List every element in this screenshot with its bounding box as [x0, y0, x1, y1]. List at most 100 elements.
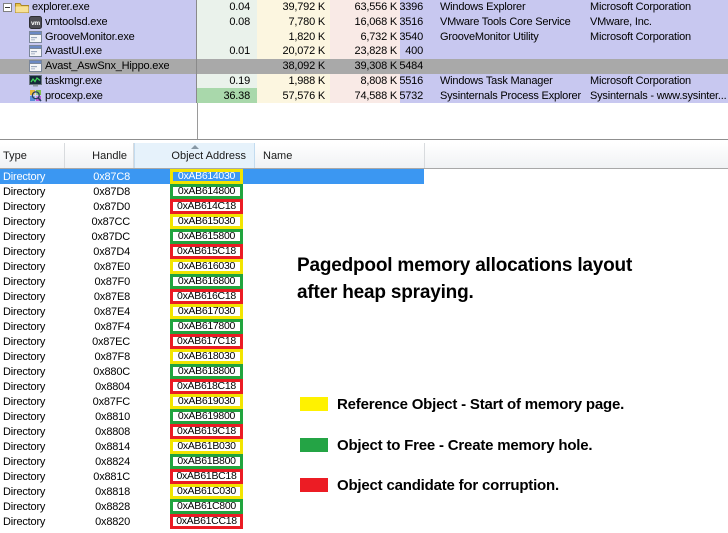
object-address-box: 0xAB618C18	[170, 379, 243, 394]
column-header-handle[interactable]: Handle	[65, 143, 134, 168]
object-address-value: 0xAB61BC18	[176, 470, 237, 482]
object-address-value: 0xAB61CC18	[176, 515, 237, 527]
object-address-box: 0xAB61B800	[170, 454, 243, 469]
process-name-cell: vm vmtoolsd.exe	[0, 14, 197, 30]
description-cell: VMware Tools Core Service	[427, 14, 590, 30]
object-address-box: 0xAB61C800	[170, 499, 243, 514]
handle-type-cell: Directory	[3, 500, 46, 513]
process-name: vmtoolsd.exe	[45, 16, 108, 29]
object-address-box: 0xAB617C18	[170, 334, 243, 349]
handle-value-cell: 0x87F0	[94, 275, 131, 288]
handle-row[interactable]: Directory 0x87C8 0xAB614030	[0, 169, 728, 184]
object-address-box: 0xAB615C18	[170, 244, 243, 259]
handle-value-cell: 0x8820	[95, 515, 130, 528]
object-address-box: 0xAB616800	[170, 274, 243, 289]
handle-row[interactable]: Directory 0x87F4 0xAB617800	[0, 319, 728, 334]
handle-value-cell: 0x87DC	[91, 230, 130, 243]
handle-type-cell: Directory	[3, 260, 46, 273]
column-gridline	[197, 103, 198, 139]
company-cell: Sysinternals - www.sysinter...	[590, 88, 728, 103]
handle-value-cell: 0x8808	[95, 425, 130, 438]
handle-value-cell: 0x87F4	[94, 320, 131, 333]
object-address-value: 0xAB619C18	[177, 425, 236, 437]
handle-row[interactable]: Directory 0x8804 0xAB618C18	[0, 379, 728, 394]
process-row[interactable]: Avast_AswSnx_Hippo.exe 38,092 K 39,308 K 54…	[0, 58, 728, 74]
handle-row[interactable]: Directory 0x87D0 0xAB614C18	[0, 199, 728, 214]
handle-row[interactable]: Directory 0x87EC 0xAB617C18	[0, 334, 728, 349]
process-name-cell: Avast_AswSnx_Hippo.exe	[0, 58, 197, 74]
object-address-value: 0xAB617030	[177, 305, 236, 317]
description-cell	[427, 58, 590, 74]
process-name: GrooveMonitor.exe	[45, 30, 135, 43]
handle-value-cell: 0x87D8	[93, 185, 130, 198]
process-name-cell: AvastUI.exe	[0, 44, 197, 59]
handle-row[interactable]: Directory 0x87DC 0xAB615800	[0, 229, 728, 244]
column-header-name[interactable]: Name	[255, 143, 425, 168]
object-address-box: 0xAB619030	[170, 394, 243, 409]
legend-label: Object candidate for corruption.	[337, 476, 559, 494]
object-address-box: 0xAB616C18	[170, 289, 243, 304]
company-cell: Microsoft Corporation	[590, 73, 728, 89]
object-address-value: 0xAB61B030	[177, 440, 236, 452]
object-address-box: 0xAB614800	[170, 184, 243, 199]
annotation-title: Pagedpool memory allocations layout afte…	[297, 252, 722, 306]
process-name: explorer.exe	[32, 1, 90, 14]
handle-row[interactable]: Directory 0x8820 0xAB61CC18	[0, 514, 728, 529]
object-address-box: 0xAB61B030	[170, 439, 243, 454]
object-address-value: 0xAB619030	[177, 395, 236, 407]
handle-type-cell: Directory	[3, 335, 46, 348]
handle-type-cell: Directory	[3, 425, 46, 438]
column-header-type[interactable]: Type	[0, 143, 65, 168]
process-row[interactable]: explorer.exe 0.04 39,792 K 63,556 K 3396 Wind…	[0, 0, 728, 15]
column-header-object-address[interactable]: Object Address	[134, 143, 255, 168]
window-icon	[29, 45, 42, 58]
pid-cell: 3396	[400, 0, 427, 15]
handle-type-cell: Directory	[3, 440, 46, 453]
handle-value-cell: 0x87E4	[93, 305, 130, 318]
handle-type-cell: Directory	[3, 215, 46, 228]
handle-value-cell: 0x8810	[95, 410, 130, 423]
handle-row[interactable]: Directory 0x8824 0xAB61B800	[0, 454, 728, 469]
cpu-cell: 0.08	[197, 14, 257, 30]
handle-row[interactable]: Directory 0x87E4 0xAB617030	[0, 304, 728, 319]
handle-row[interactable]: Directory 0x87D8 0xAB614800	[0, 184, 728, 199]
pid-cell: 5484	[400, 58, 427, 74]
tree-collapse-toggle[interactable]	[3, 2, 12, 12]
handle-row[interactable]: Directory 0x87F8 0xAB618030	[0, 349, 728, 364]
pid-cell: 3540	[400, 29, 427, 45]
upper-pane-empty-area	[0, 103, 728, 139]
process-row[interactable]: AvastUI.exe 0.01 20,072 K 23,828 K 400	[0, 44, 728, 59]
pid-cell: 3516	[400, 14, 427, 30]
handle-type-cell: Directory	[3, 455, 46, 468]
sort-ascending-icon	[190, 145, 199, 149]
process-row[interactable]: GrooveMonitor.exe 1,820 K 6,732 K 3540 Groov…	[0, 29, 728, 45]
object-address-value: 0xAB615030	[177, 215, 236, 227]
process-row[interactable]: taskmgr.exe 0.19 1,988 K 8,808 K 5516 Windows…	[0, 73, 728, 89]
cpu-cell: 0.01	[197, 44, 257, 59]
object-address-value: 0xAB614C18	[177, 200, 236, 212]
handle-type-cell: Directory	[3, 395, 46, 408]
private-bytes-cell: 38,092 K	[257, 58, 330, 74]
process-row[interactable]: procexp.exe 36.38 57,576 K 74,588 K 5732 Sysi…	[0, 88, 728, 103]
private-bytes-cell: 39,792 K	[257, 0, 330, 15]
private-bytes-cell: 7,780 K	[257, 14, 330, 30]
object-address-box: 0xAB619C18	[170, 424, 243, 439]
process-row[interactable]: vm vmtoolsd.exe 0.08 7,780 K 16,068 K 3516 VMw…	[0, 14, 728, 30]
working-set-cell: 8,808 K	[330, 73, 400, 89]
handle-value-cell: 0x8828	[95, 500, 130, 513]
legend-item-corruption-candidate: Object candidate for corruption.	[300, 476, 559, 494]
handle-row[interactable]: Directory 0x8828 0xAB61C800	[0, 499, 728, 514]
private-bytes-cell: 1,988 K	[257, 73, 330, 89]
handle-row[interactable]: Directory 0x880C 0xAB618800	[0, 364, 728, 379]
object-address-value: 0xAB617C18	[177, 335, 236, 347]
object-address-box: 0xAB617030	[170, 304, 243, 319]
column-header-name-label: Name	[263, 149, 293, 162]
handle-type-cell: Directory	[3, 245, 46, 258]
working-set-cell: 63,556 K	[330, 0, 400, 15]
handle-type-cell: Directory	[3, 170, 46, 183]
working-set-cell: 6,732 K	[330, 29, 400, 45]
object-address-box: 0xAB619800	[170, 409, 243, 424]
handle-value-cell: 0x8814	[95, 440, 130, 453]
handle-row[interactable]: Directory 0x87CC 0xAB615030	[0, 214, 728, 229]
pid-cell: 5732	[400, 88, 427, 103]
